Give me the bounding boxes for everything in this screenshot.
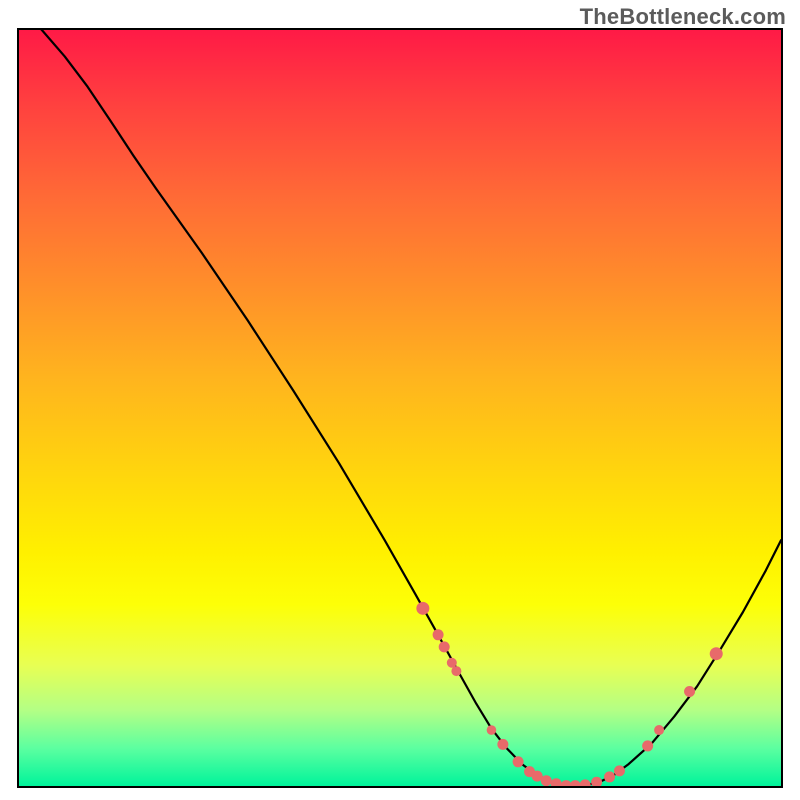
watermark-text: TheBottleneck.com — [580, 4, 786, 30]
bottleneck-curve — [19, 30, 781, 786]
chart-marker — [513, 756, 524, 767]
chart-marker — [642, 740, 653, 751]
chart-marker — [654, 725, 664, 735]
chart-marker — [451, 666, 461, 676]
chart-marker — [541, 775, 552, 786]
chart-marker — [684, 686, 695, 697]
chart-marker — [591, 777, 602, 786]
chart-marker — [497, 739, 508, 750]
chart-marker — [416, 602, 429, 615]
chart-frame — [17, 28, 783, 788]
chart-marker — [614, 765, 625, 776]
chart-marker — [551, 778, 562, 786]
chart-marker — [604, 771, 615, 782]
chart-marker — [487, 725, 497, 735]
chart-marker — [439, 641, 450, 652]
chart-markers — [416, 602, 722, 786]
chart-marker — [433, 629, 444, 640]
chart-marker — [580, 779, 591, 786]
bottleneck-chart — [19, 30, 781, 786]
chart-marker — [570, 780, 581, 786]
chart-marker — [710, 647, 723, 660]
